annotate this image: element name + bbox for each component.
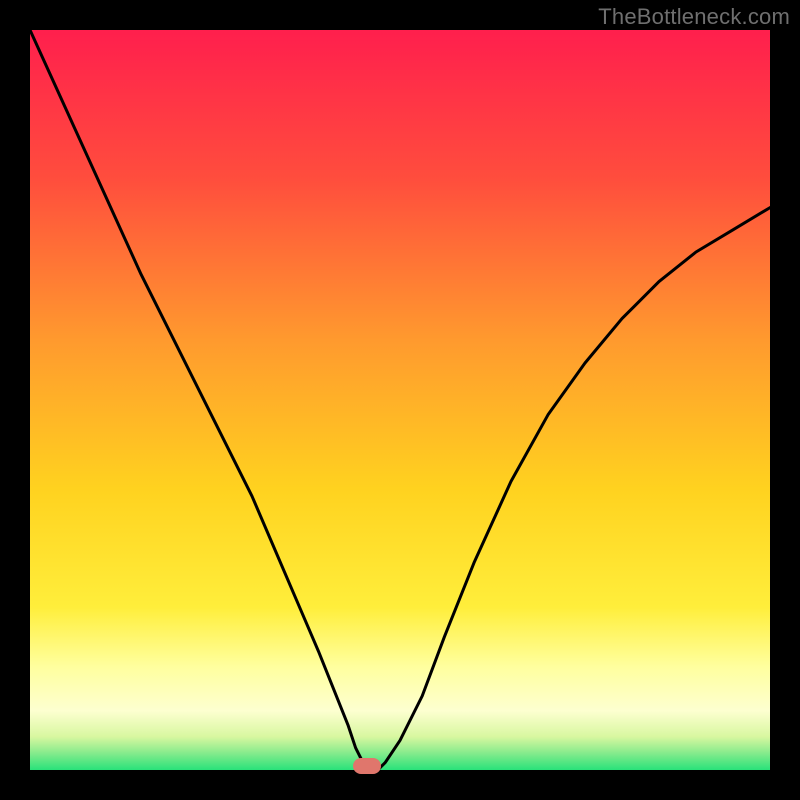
- optimal-point-marker: [353, 758, 381, 774]
- plot-area: [30, 30, 770, 770]
- chart-frame: TheBottleneck.com: [0, 0, 800, 800]
- watermark-text: TheBottleneck.com: [598, 4, 790, 30]
- bottleneck-line-chart: [30, 30, 770, 770]
- gradient-background: [30, 30, 770, 770]
